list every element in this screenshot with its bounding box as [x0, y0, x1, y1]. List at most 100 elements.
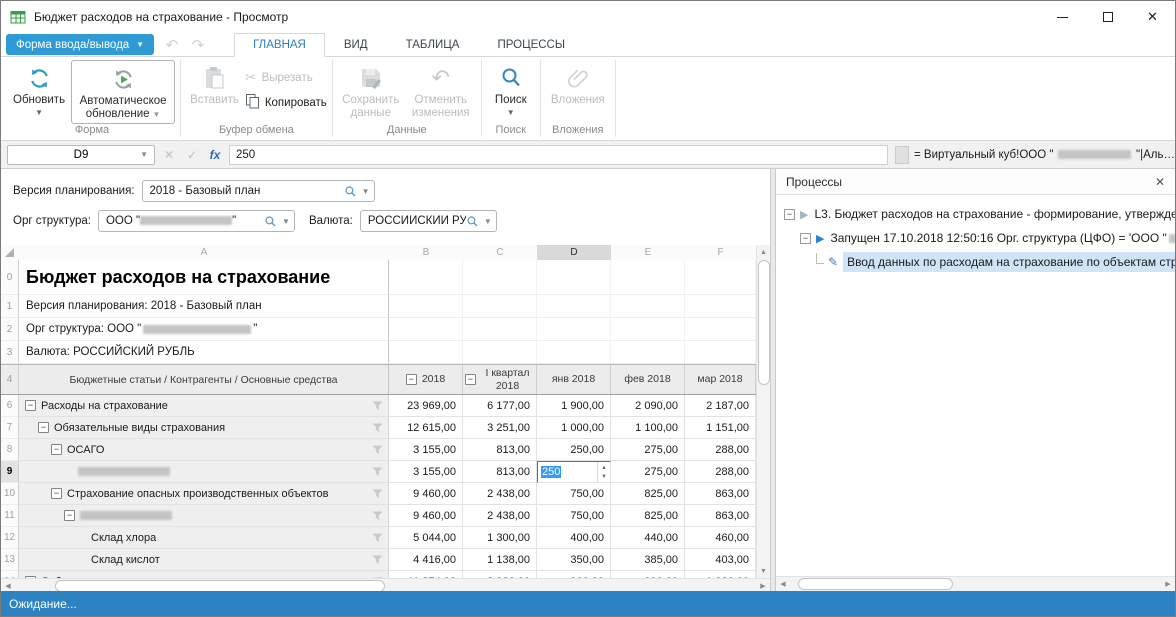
scroll-down-icon[interactable]: ▼ — [757, 564, 770, 578]
row-header[interactable]: 2 — [1, 318, 19, 341]
search-icon[interactable] — [466, 215, 479, 228]
column-header-d[interactable]: D — [537, 245, 611, 260]
cell-d9-edit[interactable]: 250 ▲▼ — [537, 461, 611, 483]
close-icon[interactable]: ✕ — [1155, 175, 1165, 189]
version-combo[interactable]: 2018 - Базовый план ▼ — [142, 180, 375, 202]
spinner-down-icon[interactable]: ▼ — [601, 474, 607, 480]
filter-icon[interactable] — [372, 577, 383, 579]
row-header[interactable]: 1 — [1, 295, 19, 318]
tab-protsessy[interactable]: ПРОЦЕССЫ — [478, 33, 584, 57]
scroll-left-icon[interactable]: ◀ — [1, 579, 15, 591]
collapse-icon[interactable]: − — [465, 374, 476, 385]
tab-tablitsa[interactable]: ТАБЛИЦА — [387, 33, 479, 57]
currency-combo[interactable]: РОССИЙСКИЙ РУБЛЬ ▼ — [360, 210, 497, 232]
scroll-up-icon[interactable]: ▲ — [757, 245, 770, 259]
vertical-scrollbar[interactable]: ▲ ▼ — [756, 245, 770, 578]
cancel-entry-icon[interactable]: ✕ — [160, 148, 178, 162]
formula-bar: D9 ▼ ✕ ✓ fx 250 = Виртуальный куб!ООО " … — [1, 141, 1175, 169]
tab-vid[interactable]: ВИД — [325, 33, 387, 57]
row-header[interactable]: 0 — [1, 260, 19, 295]
filter-icon[interactable] — [372, 445, 383, 455]
column-header-e[interactable]: E — [611, 245, 685, 260]
version-value: 2018 - Базовый план — [150, 185, 344, 197]
column-header-b[interactable]: B — [389, 245, 463, 260]
copy-button[interactable]: Копировать — [245, 93, 327, 112]
row-header[interactable]: 6 — [1, 395, 19, 417]
column-header-c[interactable]: C — [463, 245, 537, 260]
redo-button[interactable]: ↷ — [190, 36, 206, 54]
row-header[interactable]: 13 — [1, 549, 19, 571]
undo-changes-button[interactable]: ↶ Отменить изменения — [406, 60, 476, 122]
row-header[interactable]: 4 — [1, 365, 19, 394]
tab-glavnaya[interactable]: ГЛАВНАЯ — [234, 33, 325, 57]
formula-edit-icon[interactable]: fx — [206, 148, 224, 162]
copy-icon — [245, 93, 260, 112]
filter-icon[interactable] — [372, 555, 383, 565]
row-header[interactable]: 7 — [1, 417, 19, 439]
search-button[interactable]: Поиск ▼ — [487, 60, 535, 119]
minimize-button[interactable] — [1040, 1, 1085, 33]
horizontal-scrollbar[interactable]: ◀ ▶ — [1, 578, 770, 591]
collapse-icon[interactable]: − — [25, 400, 36, 411]
maximize-button[interactable] — [1085, 1, 1130, 33]
undo-button[interactable]: ↶ — [164, 36, 180, 54]
filter-icon[interactable] — [372, 423, 383, 433]
attachments-button[interactable]: Вложения — [546, 60, 610, 109]
close-button[interactable]: ✕ — [1130, 1, 1175, 33]
collapse-icon[interactable]: − — [51, 488, 62, 499]
spinner-control[interactable]: ▲▼ — [597, 462, 610, 482]
scroll-right-icon[interactable]: ▶ — [1161, 577, 1175, 591]
process-item[interactable]: − ▶ L3. Бюджет расходов на страхование -… — [776, 202, 1175, 226]
process-running-icon: ▶ — [816, 232, 824, 245]
row-header[interactable]: 9 — [1, 461, 19, 483]
filter-icon[interactable] — [372, 401, 383, 411]
collapse-icon[interactable]: − — [38, 422, 49, 433]
filter-icon[interactable] — [372, 511, 383, 521]
collapse-icon[interactable]: − — [64, 510, 75, 521]
row-header[interactable]: 10 — [1, 483, 19, 505]
scrollbar-thumb[interactable] — [758, 260, 770, 385]
filter-icon[interactable] — [372, 489, 383, 499]
formula-input[interactable]: 250 — [229, 145, 888, 165]
form-io-menu-button[interactable]: Форма ввода/вывода ▼ — [6, 34, 154, 55]
chevron-down-icon[interactable]: ▼ — [282, 217, 290, 226]
collapse-icon[interactable]: − — [784, 209, 795, 220]
refresh-button[interactable]: Обновить ▼ — [9, 60, 69, 119]
process-item-selected[interactable]: ✎ Ввод данных по расходам на страхование… — [776, 250, 1175, 274]
spinner-up-icon[interactable]: ▲ — [601, 465, 607, 471]
chevron-down-icon[interactable]: ▼ — [362, 187, 370, 196]
process-item[interactable]: − ▶ Запущен 17.10.2018 12:50:16 Орг. стр… — [776, 226, 1175, 250]
confirm-entry-icon[interactable]: ✓ — [183, 148, 201, 162]
collapse-icon[interactable]: − — [25, 576, 36, 578]
row-header[interactable]: 3 — [1, 341, 19, 364]
cut-button[interactable]: ✂ Вырезать — [245, 69, 327, 86]
chevron-down-icon[interactable]: ▼ — [484, 217, 492, 226]
auto-refresh-button[interactable]: Автоматическое обновление▼ — [71, 60, 175, 124]
scrollbar-thumb[interactable] — [55, 580, 385, 591]
scrollbar-thumb[interactable] — [798, 578, 953, 590]
org-combo[interactable]: ООО "" ▼ — [98, 210, 295, 232]
scroll-left-icon[interactable]: ◀ — [776, 577, 790, 591]
search-icon[interactable] — [344, 185, 357, 198]
collapse-icon[interactable]: − — [406, 374, 417, 385]
row-header[interactable]: 8 — [1, 439, 19, 461]
scroll-right-icon[interactable]: ▶ — [756, 579, 770, 591]
filter-icon[interactable] — [372, 467, 383, 477]
collapse-icon[interactable]: − — [51, 444, 62, 455]
select-all-corner[interactable] — [1, 245, 19, 260]
column-header-a[interactable]: A — [19, 245, 389, 260]
row-header[interactable]: 14 — [1, 571, 19, 578]
table-row: 0 Бюджет расходов на страхование — [1, 260, 756, 295]
search-icon[interactable] — [264, 215, 277, 228]
collapse-icon[interactable]: − — [800, 233, 811, 244]
row-header[interactable]: 11 — [1, 505, 19, 527]
column-header-f[interactable]: F — [685, 245, 756, 260]
filter-icon[interactable] — [372, 533, 383, 543]
paste-button[interactable]: Вставить — [186, 60, 243, 109]
save-data-button[interactable]: Сохранить данные — [338, 60, 404, 122]
cell-reference-box[interactable]: D9 ▼ — [7, 145, 155, 165]
process-play-icon: ▶ — [800, 208, 808, 221]
row-header[interactable]: 12 — [1, 527, 19, 549]
horizontal-scrollbar[interactable]: ◀ ▶ — [776, 576, 1175, 591]
pane-splitter-chip[interactable] — [895, 146, 909, 164]
